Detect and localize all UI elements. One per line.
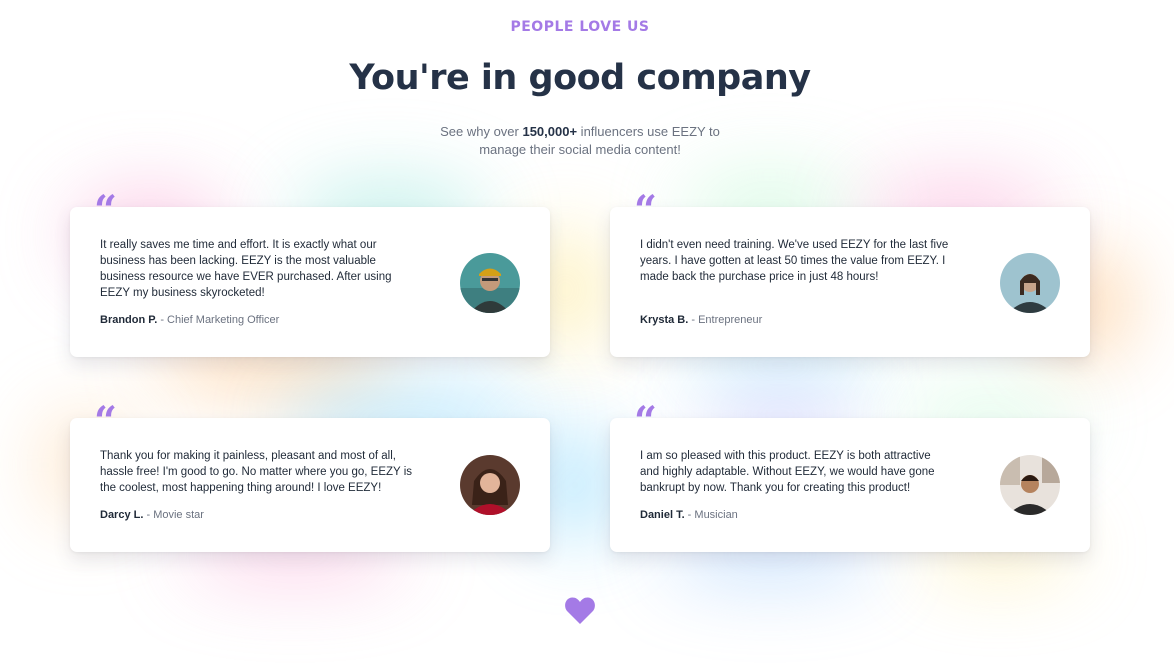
quote-icon: “	[94, 187, 118, 234]
author-name: Brandon P.	[100, 314, 158, 326]
author-name: Krysta B.	[640, 314, 689, 326]
testimonial-card: “ I am so pleased with this product. EEZ…	[610, 402, 1090, 552]
quote-icon: “	[634, 187, 658, 234]
author-role: - Musician	[684, 509, 738, 521]
subtitle-highlight: 150,000+	[522, 124, 578, 139]
avatar	[460, 455, 520, 515]
testimonial-author: Krysta B. - Entrepreneur	[640, 314, 762, 326]
section-eyebrow: PEOPLE LOVE US	[510, 19, 650, 35]
avatar	[1000, 253, 1060, 313]
testimonial-text: I am so pleased with this product. EEZY …	[640, 450, 935, 494]
author-role: - Entrepreneur	[688, 314, 763, 326]
testimonial-author: Darcy L. - Movie star	[100, 509, 204, 521]
heart-icon	[565, 597, 595, 624]
testimonial-text: It really saves me time and effort. It i…	[100, 239, 392, 299]
subtitle-text: See why over	[440, 124, 523, 139]
testimonial-text: I didn't even need training. We've used …	[640, 239, 949, 283]
author-role: - Movie star	[143, 509, 204, 521]
quote-icon: “	[634, 398, 658, 445]
testimonial-author: Daniel T. - Musician	[640, 509, 738, 521]
testimonial-card: “ Thank you for making it painless, plea…	[70, 402, 550, 552]
quote-icon: “	[94, 398, 118, 445]
author-role: - Chief Marketing Officer	[157, 314, 280, 326]
author-name: Daniel T.	[640, 509, 685, 521]
section-title: You're in good company	[349, 58, 811, 98]
testimonial-author: Brandon P. - Chief Marketing Officer	[100, 314, 279, 326]
author-name: Darcy L.	[100, 509, 144, 521]
testimonial-card: “ It really saves me time and effort. It…	[70, 191, 550, 357]
section-subtitle: See why over 150,000+ influencers use EE…	[430, 123, 730, 159]
testimonial-text: Thank you for making it painless, pleasa…	[100, 450, 412, 494]
avatar	[460, 253, 520, 313]
testimonial-card: “ I didn't even need training. We've use…	[610, 191, 1090, 357]
avatar	[1000, 455, 1060, 515]
